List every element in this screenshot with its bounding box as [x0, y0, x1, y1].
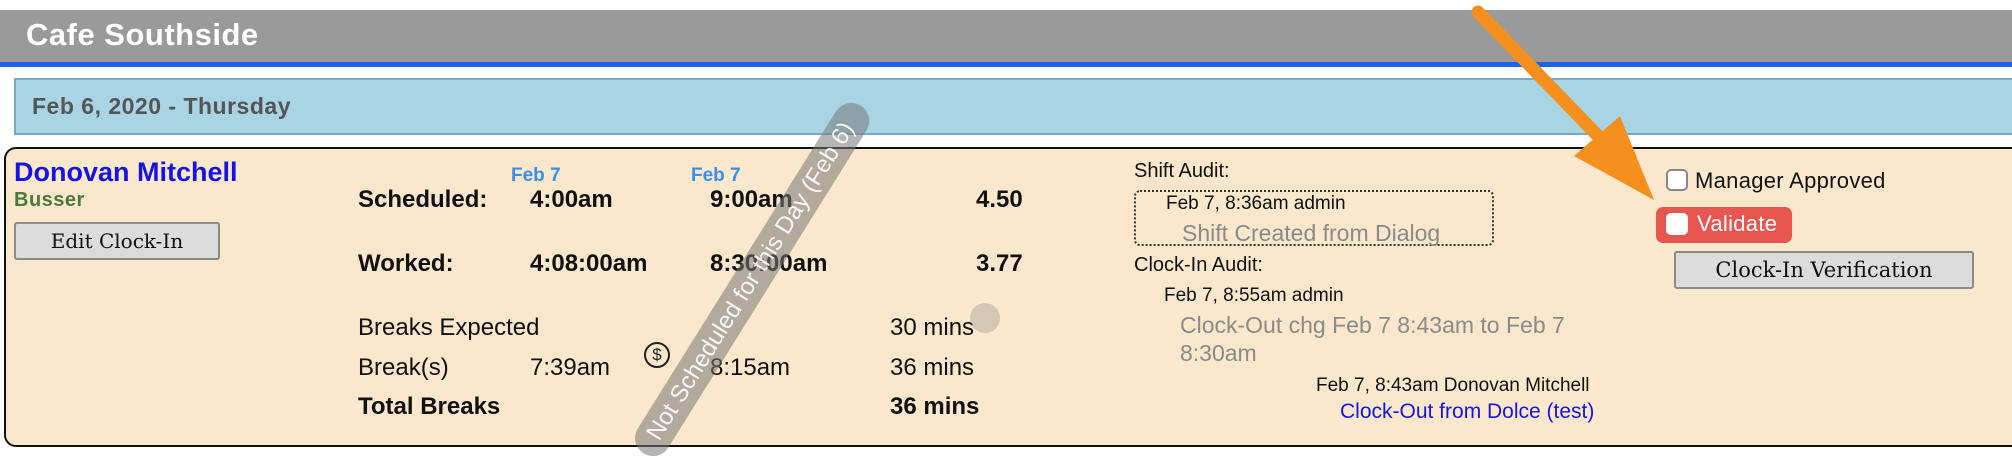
- annotation-arrow-icon: [1471, 5, 1654, 200]
